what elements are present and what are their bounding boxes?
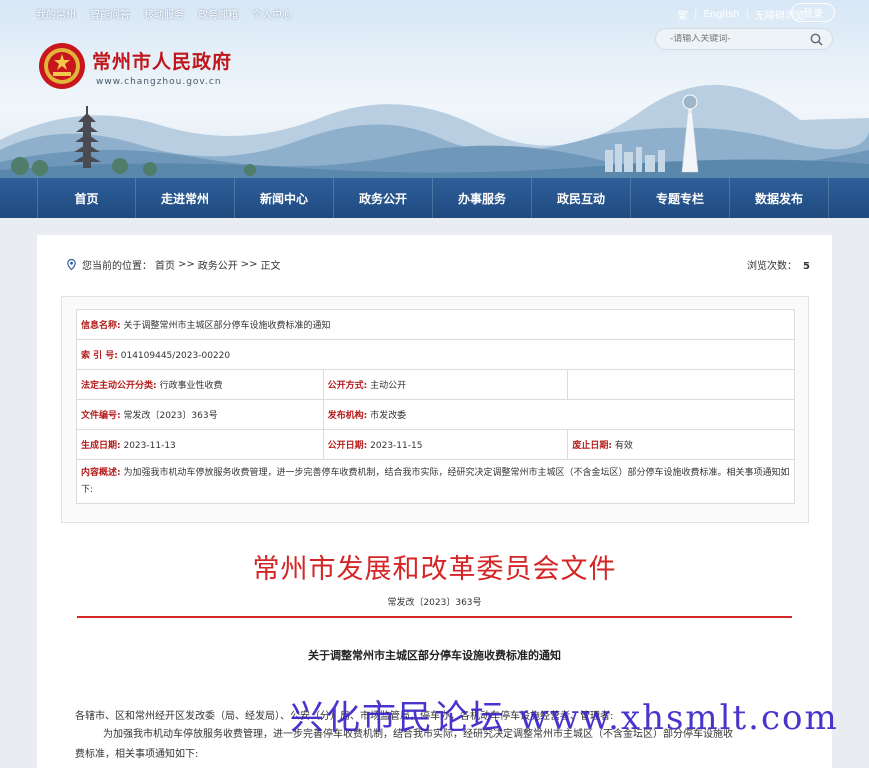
top-link-personal-center[interactable]: 个人中心 [252,6,292,21]
info-summary-value: 为加强我市机动车停放服务收费管理，进一步完善停车收费机制，结合我市实际，经研究决… [81,467,790,495]
table-row: 信息名称: 关于调整常州市主城区部分停车设施收费标准的通知 [76,309,795,340]
top-links: 我的常州 智能问答 移动服务 政务邮箱 个人中心 [36,6,292,21]
breadcrumb: 您当前的位置： 首页 >> 政务公开 >> 正文 [67,257,281,272]
info-org-cell: 发布机构: 市发改委 [322,399,796,430]
breadcrumb-home[interactable]: 首页 [155,257,175,272]
login-button[interactable]: 登录 [791,3,835,22]
breadcrumb-sep: >> [240,259,258,270]
info-published-cell: 公开日期: 2023-11-15 [322,429,569,460]
main-content: 您当前的位置： 首页 >> 政务公开 >> 正文 浏览次数： 5 信息名称: 关于… [37,235,832,768]
info-index-value: 014109445/2023-00220 [120,351,231,361]
nav-item-topics[interactable]: 专题专栏 [631,178,730,218]
info-panel: 信息名称: 关于调整常州市主城区部分停车设施收费标准的通知 索 引 号: 014… [61,296,809,523]
info-category-cell: 法定主动公开分类: 行政事业性收费 [76,369,324,400]
view-count-value: 5 [803,261,810,272]
search-input[interactable] [656,34,806,44]
info-created-value: 2023-11-13 [123,441,176,451]
nav-item-services[interactable]: 办事服务 [433,178,532,218]
nav-item-about[interactable]: 走进常州 [136,178,235,218]
info-docno-label: 文件编号: [81,411,121,421]
info-name-value: 关于调整常州市主城区部分停车设施收费标准的通知 [123,321,331,331]
info-empty-cell [567,369,795,400]
info-org-value: 市发改委 [370,411,407,421]
info-category-value: 行政事业性收费 [159,381,223,391]
info-mode-cell: 公开方式: 主动公开 [322,369,569,400]
info-docno-cell: 文件编号: 常发改〔2023〕363号 [76,399,324,430]
table-row: 内容概述: 为加强我市机动车停放服务收费管理，进一步完善停车收费机制，结合我市实… [76,459,795,504]
info-summary-label: 内容概述: [81,467,121,478]
info-table: 信息名称: 关于调整常州市主城区部分停车设施收费标准的通知 索 引 号: 014… [76,309,796,504]
top-link-my-changzhou[interactable]: 我的常州 [36,6,76,21]
nav-item-data[interactable]: 数据发布 [730,178,829,218]
info-expiry-cell: 废止日期: 有效 [567,429,795,460]
info-index-cell: 索 引 号: 014109445/2023-00220 [76,339,795,370]
top-right-links: 繁 | English | 无障碍浏览 [678,7,805,22]
view-count: 浏览次数： 5 [747,257,810,272]
separator: | [745,9,749,20]
info-mode-value: 主动公开 [370,381,407,391]
document-title: 关于调整常州市主城区部分停车设施收费标准的通知 [308,649,561,662]
red-divider [77,616,792,618]
header-banner: 我的常州 智能问答 移动服务 政务邮箱 个人中心 繁 | English | 无… [0,0,869,178]
table-row: 法定主动公开分类: 行政事业性收费 公开方式: 主动公开 [76,369,795,400]
national-emblem-logo [39,43,85,89]
nav-item-home[interactable]: 首页 [37,178,136,218]
breadcrumb-prefix: 您当前的位置： [82,261,152,272]
document-paragraph: 费标准，相关事项通知如下: [75,749,199,760]
nav-item-interaction[interactable]: 政民互动 [532,178,631,218]
breadcrumb-current: 正文 [260,261,281,272]
search-box [655,28,833,50]
info-published-value: 2023-11-15 [370,441,423,451]
landscape-illustration [0,84,869,178]
separator: | [694,9,698,20]
nav-item-news[interactable]: 新闻中心 [235,178,334,218]
info-name-label: 信息名称: [81,321,121,331]
site-url: www.changzhou.gov.cn [96,77,222,87]
location-icon [67,259,76,270]
document-number: 常发改〔2023〕363号 [387,598,482,608]
info-docno-value: 常发改〔2023〕363号 [123,411,218,421]
site-title[interactable]: 常州市人民政府 [92,47,232,74]
info-expiry-value: 有效 [614,441,633,451]
info-mode-label: 公开方式: [327,381,368,391]
info-index-label: 索 引 号: [81,351,118,361]
breadcrumb-section[interactable]: 政务公开 [198,257,238,272]
main-nav: 首页 走进常州 新闻中心 政务公开 办事服务 政民互动 专题专栏 数据发布 [0,178,869,218]
nav-item-gov-info[interactable]: 政务公开 [334,178,433,218]
document-header: 常州市发展和改革委员会文件 [252,554,617,585]
table-row: 生成日期: 2023-11-13 公开日期: 2023-11-15 废止日期: … [76,429,795,460]
top-link-mobile[interactable]: 移动服务 [144,6,184,21]
english-link[interactable]: English [704,9,740,20]
search-icon[interactable] [810,33,823,46]
info-summary-cell: 内容概述: 为加强我市机动车停放服务收费管理，进一步完善停车收费机制，结合我市实… [76,459,795,504]
traditional-chinese-link[interactable]: 繁 [678,7,688,22]
view-count-label: 浏览次数： [747,261,798,272]
info-name-cell: 信息名称: 关于调整常州市主城区部分停车设施收费标准的通知 [76,309,795,340]
info-created-label: 生成日期: [81,441,121,451]
breadcrumb-sep: >> [178,259,195,270]
info-created-cell: 生成日期: 2023-11-13 [76,429,324,460]
info-published-label: 公开日期: [327,441,368,451]
info-category-label: 法定主动公开分类: [81,381,157,391]
table-row: 文件编号: 常发改〔2023〕363号 发布机构: 市发改委 [76,399,796,430]
info-org-label: 发布机构: [327,411,368,421]
top-link-mailbox[interactable]: 政务邮箱 [198,6,238,21]
top-link-smart-qa[interactable]: 智能问答 [90,6,130,21]
table-row: 索 引 号: 014109445/2023-00220 [76,339,795,370]
watermark: 兴化市民论坛 www.xhsmlt.com [290,698,839,738]
info-expiry-label: 废止日期: [572,441,612,451]
